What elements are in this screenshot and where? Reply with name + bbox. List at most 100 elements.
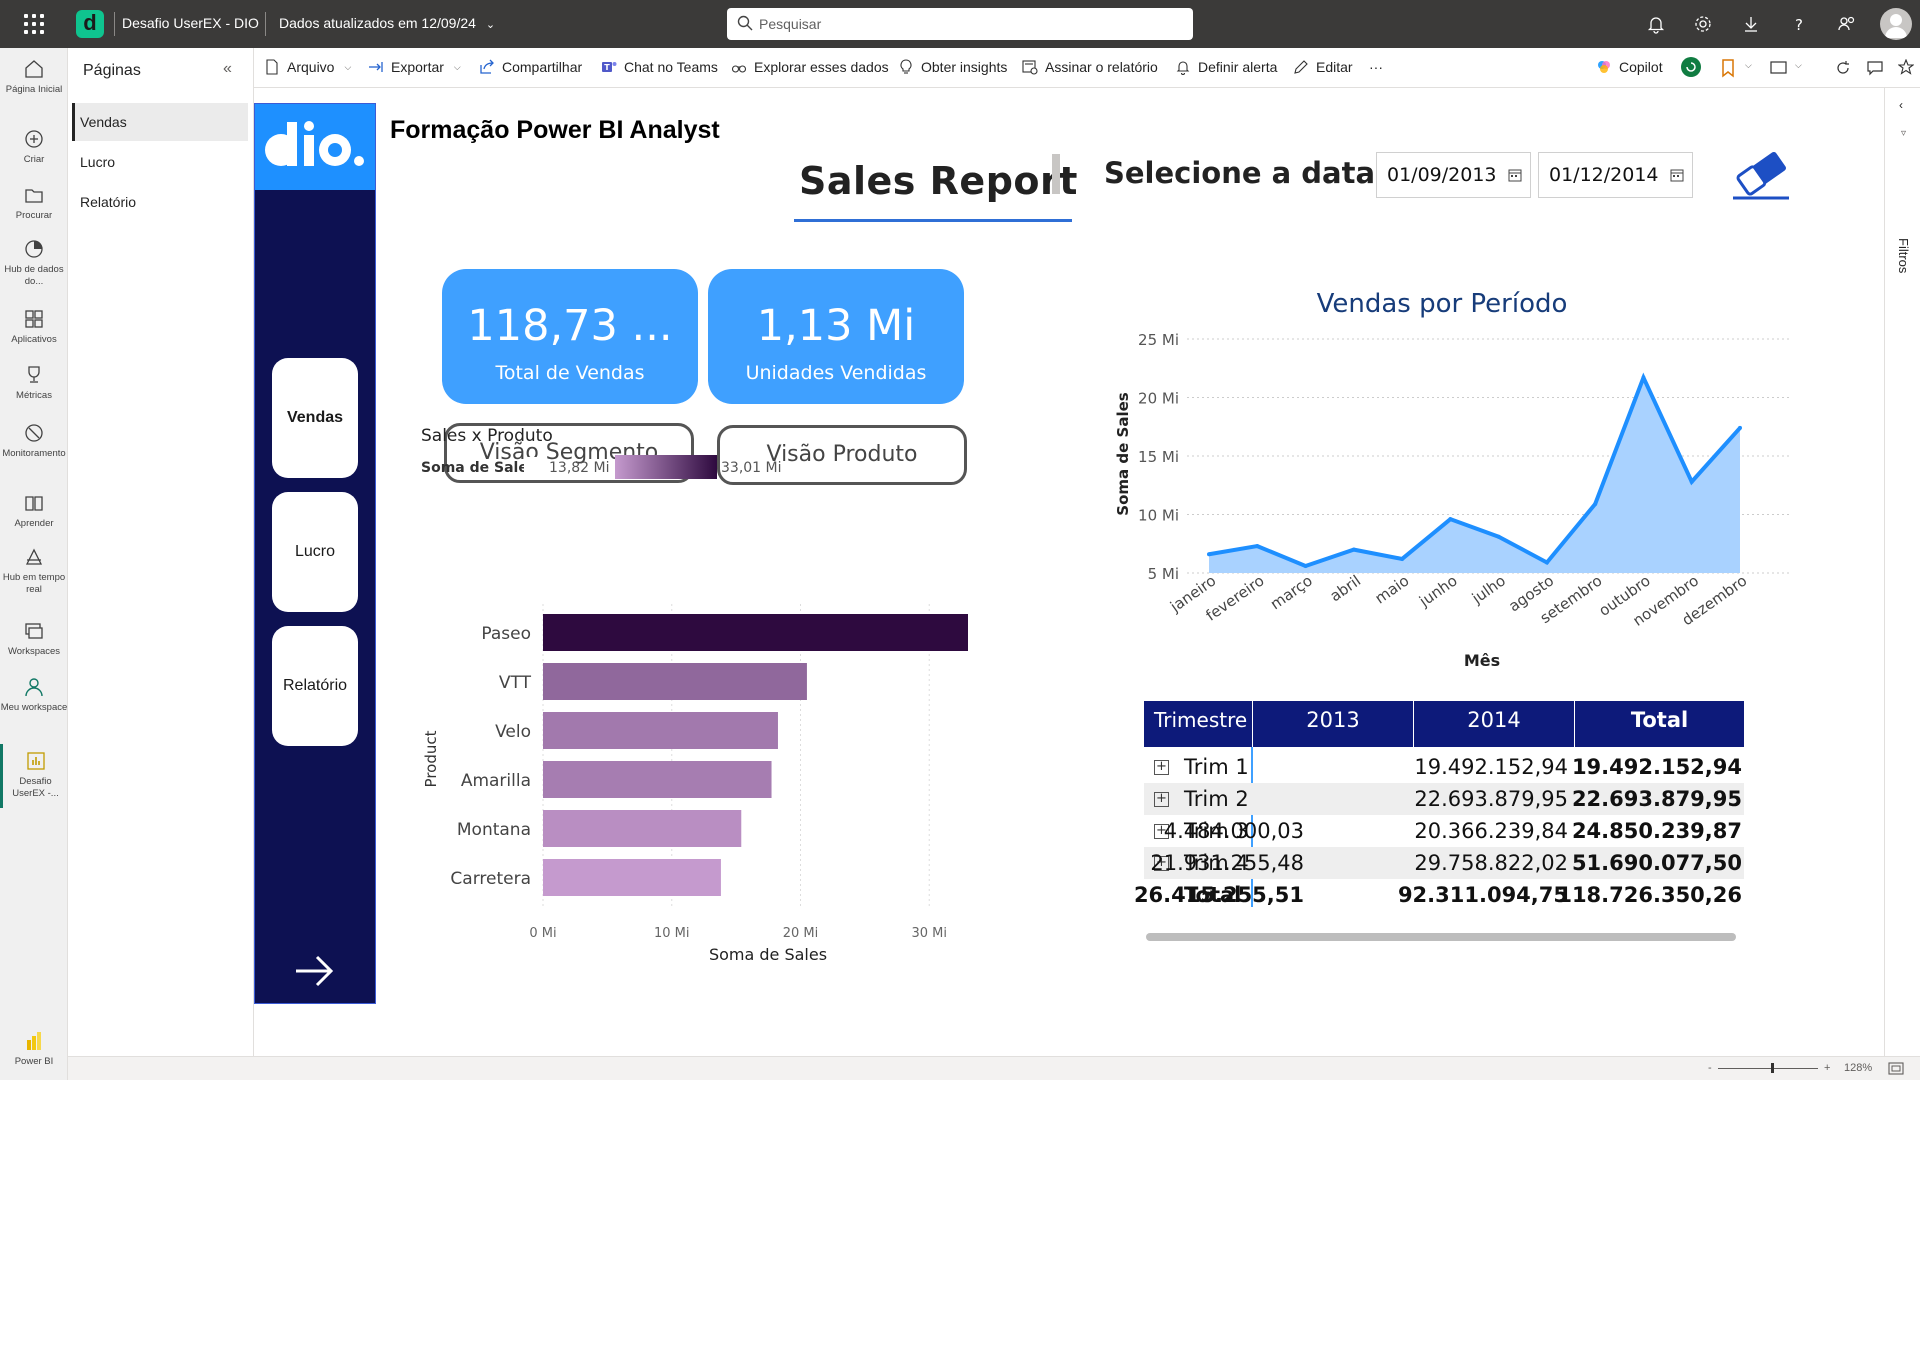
left-navigation-rail: Página Inicial Criar Procurar Hub de dad… (0, 48, 68, 1080)
pages-panel: Páginas « Vendas Lucro Relatório (68, 48, 254, 1056)
y-tick-label: 5 Mi (1148, 565, 1179, 583)
table-cell: 51.690.077,50 (1571, 851, 1742, 875)
rail-item-data-hub[interactable]: Hub de dados do... (0, 238, 68, 288)
column-header[interactable]: 2013 (1252, 701, 1413, 747)
copilot-button[interactable]: Copilot (1596, 59, 1663, 75)
zoom-in-button[interactable]: + (1824, 1062, 1830, 1074)
data-point-outubro (1641, 375, 1646, 380)
insights-button[interactable]: Obter insights (898, 59, 1007, 75)
user-avatar[interactable] (1880, 8, 1912, 40)
chevron-down-icon[interactable]: ⌵ (1745, 60, 1752, 71)
set-alert-button[interactable]: Definir alerta (1175, 59, 1277, 75)
share-label: Compartilhar (502, 59, 583, 75)
settings-gear-icon[interactable] (1692, 13, 1714, 35)
filters-label: Filtros (1896, 238, 1911, 274)
share-button[interactable]: Compartilhar (479, 59, 582, 75)
search-input[interactable]: Pesquisar (759, 16, 821, 32)
page-item-vendas[interactable]: Vendas (72, 103, 248, 141)
expand-row-icon[interactable]: + (1154, 760, 1169, 775)
app-launcher-icon[interactable] (24, 14, 44, 34)
share-people-icon[interactable] (1836, 13, 1858, 35)
bookmark-icon[interactable] (1720, 58, 1736, 78)
chevron-left-icon[interactable]: ‹ (1899, 98, 1903, 112)
data-point-dezembro (1738, 425, 1742, 430)
rail-item-monitoring[interactable]: Monitoramento (0, 422, 68, 460)
expand-row-icon[interactable]: + (1154, 792, 1169, 807)
file-icon (266, 59, 278, 75)
zoom-level[interactable]: 128% (1844, 1062, 1872, 1074)
zoom-slider[interactable] (1718, 1068, 1818, 1069)
rail-item-workspaces[interactable]: Workspaces (0, 620, 68, 658)
apps-icon (25, 310, 43, 328)
file-menu-button[interactable]: Arquivo ⌵ (264, 59, 351, 75)
rail-item-apps[interactable]: Aplicativos (0, 308, 68, 346)
table-horizontal-scrollbar[interactable] (1146, 933, 1736, 941)
edit-button[interactable]: Editar (1293, 59, 1353, 75)
help-icon[interactable]: ? (1788, 13, 1810, 35)
table-row: + Trim 1 19.492.152,94 19.492.152,94 (1144, 751, 1744, 783)
rail-label: Aprender (14, 518, 54, 529)
more-options-button[interactable]: ··· (1369, 59, 1383, 75)
rail-item-realtime-hub[interactable]: Hub em tempo real (0, 546, 68, 596)
rail-item-create[interactable]: Criar (0, 128, 68, 166)
table-total-row: Total 26.415.255,51 92.311.094,75 118.72… (1134, 879, 1744, 911)
notifications-bell-icon[interactable] (1645, 13, 1667, 35)
workspace-logo-icon[interactable]: d (76, 10, 104, 38)
rail-item-current-report[interactable]: Desafio UserEX -... (0, 744, 68, 808)
zoom-slider-handle[interactable] (1771, 1063, 1774, 1073)
fit-to-page-icon[interactable] (1888, 1062, 1904, 1075)
column-header[interactable]: Total (1574, 701, 1744, 747)
report-name[interactable]: Desafio UserEX - DIO (122, 15, 259, 31)
x-tick-label: junho (1415, 572, 1460, 611)
x-tick-label: 10 Mi (654, 926, 690, 941)
rail-label: Métricas (16, 390, 52, 401)
refresh-status-icon[interactable] (1680, 56, 1702, 78)
table-cell: 19.492.152,94 (1414, 755, 1568, 779)
x-tick-label: julho (1468, 572, 1509, 608)
teams-chat-button[interactable]: T Chat no Teams (601, 59, 718, 75)
file-label: Arquivo (287, 59, 335, 75)
rail-item-learn[interactable]: Aprender (0, 492, 68, 530)
table-cell: 92.311.094,75 (1397, 883, 1568, 907)
table-cell: 24.850.239,87 (1571, 819, 1742, 843)
rail-item-home[interactable]: Página Inicial (0, 58, 68, 96)
page-item-lucro[interactable]: Lucro (72, 143, 248, 181)
column-header[interactable]: 2014 (1413, 701, 1574, 747)
y-category-label: Montana (457, 820, 531, 840)
collapse-pages-icon[interactable]: « (223, 60, 232, 78)
rail-label: Monitoramento (2, 448, 66, 459)
comment-icon[interactable] (1867, 60, 1883, 76)
data-point-junho (1448, 517, 1453, 522)
filter-funnel-icon: ▿ (1901, 128, 1907, 139)
rail-item-metrics[interactable]: Métricas (0, 364, 68, 402)
bar-montana (543, 810, 742, 847)
search-icon (737, 15, 753, 31)
y-category-label: Velo (495, 722, 531, 742)
explore-data-button[interactable]: Explorar esses dados (731, 59, 889, 75)
chevron-down-icon[interactable]: ⌵ (1795, 60, 1802, 71)
search-box[interactable]: Pesquisar (727, 8, 1193, 40)
rail-label: Desafio UserEX -... (12, 776, 59, 799)
x-tick-label: março (1267, 572, 1316, 614)
rail-item-my-workspace[interactable]: Meu workspace (0, 676, 68, 714)
table-row: + Trim 3 4.484.000,03 20.366.239,84 24.8… (1144, 815, 1744, 847)
more-label: ··· (1369, 59, 1383, 75)
refresh-icon[interactable] (1835, 60, 1851, 76)
subscribe-button[interactable]: Assinar o relatório (1022, 59, 1158, 75)
export-menu-button[interactable]: Exportar ⌵ (368, 59, 461, 75)
column-header[interactable]: Trimestre (1154, 701, 1247, 747)
filters-pane[interactable]: ‹ ▿ Filtros (1884, 88, 1920, 1056)
page-item-relatorio[interactable]: Relatório (72, 183, 248, 221)
bar-y-axis-title: Product (422, 730, 440, 787)
data-refresh-dropdown[interactable]: Dados atualizados em 12/09/24 ⌄ (279, 15, 495, 31)
subscribe-icon (1022, 60, 1038, 75)
bar-legend-min: 13,82 Mi (549, 460, 610, 476)
view-mode-icon[interactable] (1770, 60, 1788, 76)
rail-item-browse[interactable]: Procurar (0, 184, 68, 222)
rail-item-powerbi[interactable]: Power BI (0, 1030, 68, 1068)
download-icon[interactable] (1740, 13, 1762, 35)
rail-label: Aplicativos (11, 334, 57, 345)
pages-title: Páginas (83, 62, 141, 79)
favorite-star-icon[interactable] (1898, 59, 1914, 75)
zoom-out-button[interactable]: - (1708, 1062, 1712, 1074)
